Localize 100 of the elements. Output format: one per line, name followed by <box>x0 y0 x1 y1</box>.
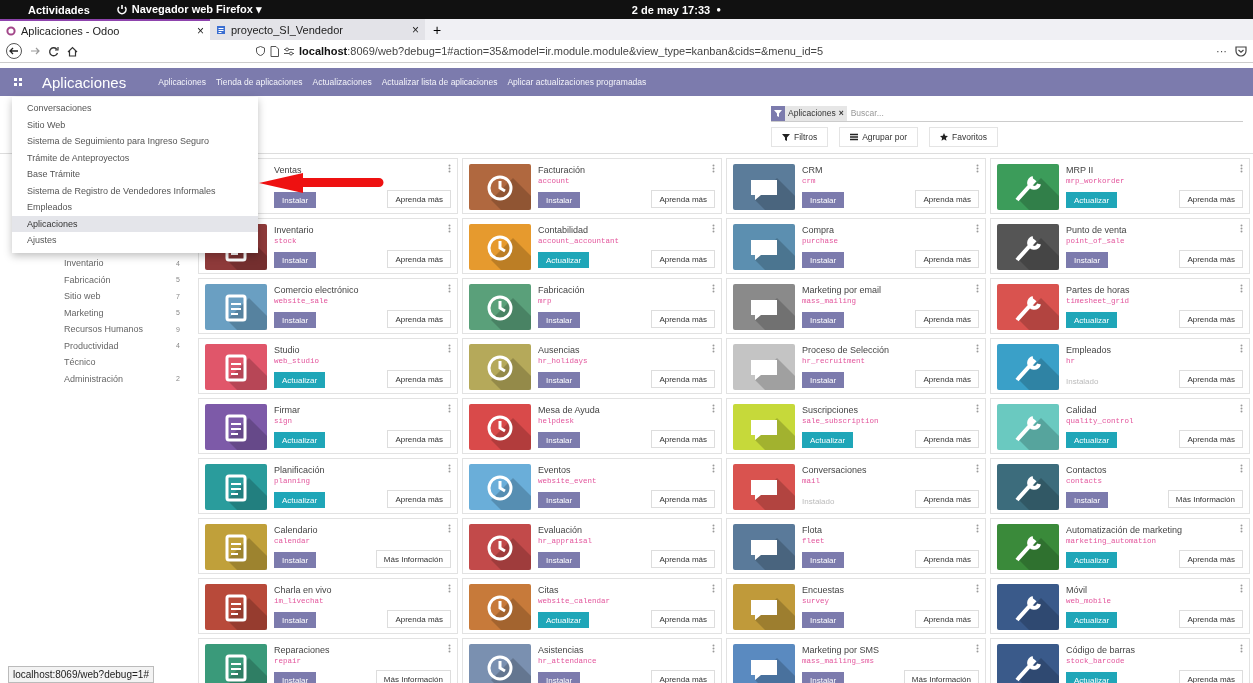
install-button[interactable]: Instalar <box>538 672 581 683</box>
learn-more-button[interactable]: Aprenda más <box>1179 310 1243 328</box>
install-button[interactable]: Instalar <box>802 612 845 628</box>
learn-more-button[interactable]: Aprenda más <box>1179 370 1243 388</box>
learn-more-button[interactable]: Aprenda más <box>651 610 715 628</box>
forward-icon[interactable] <box>30 46 40 56</box>
kebab-menu-icon[interactable] <box>448 464 451 473</box>
kebab-menu-icon[interactable] <box>712 464 715 473</box>
menu-item[interactable]: Trámite de Anteproyectos <box>12 149 258 166</box>
kebab-menu-icon[interactable] <box>1240 644 1243 653</box>
learn-more-button[interactable]: Aprenda más <box>387 250 451 268</box>
kebab-menu-icon[interactable] <box>712 284 715 293</box>
kebab-menu-icon[interactable] <box>448 164 451 173</box>
install-button[interactable]: Instalar <box>274 552 317 568</box>
install-button[interactable]: Instalar <box>538 372 581 388</box>
kebab-menu-icon[interactable] <box>712 524 715 533</box>
menu-item[interactable]: Aplicaciones <box>12 215 258 232</box>
nav-menu-item[interactable]: Aplicar actualizaciones programadas <box>507 77 647 87</box>
kebab-menu-icon[interactable] <box>976 344 979 353</box>
install-button[interactable]: Instalar <box>538 492 581 508</box>
learn-more-button[interactable]: Aprenda más <box>387 310 451 328</box>
learn-more-button[interactable]: Aprenda más <box>915 430 979 448</box>
kebab-menu-icon[interactable] <box>1240 404 1243 413</box>
learn-more-button[interactable]: Más Información <box>375 550 451 568</box>
kebab-menu-icon[interactable] <box>976 584 979 593</box>
learn-more-button[interactable]: Aprenda más <box>387 370 451 388</box>
kebab-menu-icon[interactable] <box>448 284 451 293</box>
app-menu[interactable]: Navegador web Firefox ▾ <box>131 3 262 16</box>
kebab-menu-icon[interactable] <box>976 464 979 473</box>
kebab-menu-icon[interactable] <box>1240 464 1243 473</box>
install-button[interactable]: Instalar <box>538 312 581 328</box>
page-actions-button[interactable]: ··· <box>1216 45 1227 57</box>
menu-item[interactable]: Conversaciones <box>12 100 258 117</box>
category-item[interactable]: Administración <box>64 373 124 384</box>
learn-more-button[interactable]: Aprenda más <box>1179 430 1243 448</box>
address-field[interactable]: localhost:8069/web?debug=1#action=35&model=ir.module.module&view_type=kanban&cids=&menu_id=5 <box>299 45 824 57</box>
learn-more-button[interactable]: Aprenda más <box>651 670 715 683</box>
category-item[interactable]: Técnico <box>64 357 96 368</box>
install-button[interactable]: Instalar <box>802 372 845 388</box>
learn-more-button[interactable]: Aprenda más <box>651 370 715 388</box>
activities-button[interactable]: Actividades <box>28 3 90 16</box>
learn-more-button[interactable]: Aprenda más <box>915 610 979 628</box>
kebab-menu-icon[interactable] <box>1240 524 1243 533</box>
reload-icon[interactable] <box>48 45 59 57</box>
learn-more-button[interactable]: Aprenda más <box>1179 670 1243 683</box>
kebab-menu-icon[interactable] <box>712 584 715 593</box>
install-button[interactable]: Instalar <box>802 312 845 328</box>
kebab-menu-icon[interactable] <box>976 224 979 233</box>
kebab-menu-icon[interactable] <box>448 584 451 593</box>
learn-more-button[interactable]: Aprenda más <box>1179 190 1243 208</box>
kebab-menu-icon[interactable] <box>448 524 451 533</box>
install-button[interactable]: Instalar <box>802 252 845 268</box>
kebab-menu-icon[interactable] <box>976 644 979 653</box>
clock[interactable]: 2 de may 17:33 <box>631 3 711 16</box>
kebab-menu-icon[interactable] <box>448 344 451 353</box>
install-button[interactable]: Instalar <box>802 192 845 208</box>
kebab-menu-icon[interactable] <box>712 644 715 653</box>
learn-more-button[interactable]: Aprenda más <box>915 250 979 268</box>
learn-more-button[interactable]: Aprenda más <box>915 370 979 388</box>
install-button[interactable]: Instalar <box>274 612 317 628</box>
filter-facet[interactable]: Aplicaciones × <box>771 105 847 121</box>
learn-more-button[interactable]: Aprenda más <box>1179 250 1243 268</box>
kebab-menu-icon[interactable] <box>976 404 979 413</box>
learn-more-button[interactable]: Más Información <box>903 670 979 683</box>
favorites-button[interactable]: Favoritos <box>929 127 998 147</box>
install-button[interactable]: Instalar <box>1066 252 1109 268</box>
learn-more-button[interactable]: Aprenda más <box>915 310 979 328</box>
nav-menu-item[interactable]: Tienda de aplicaciones <box>215 77 303 87</box>
learn-more-button[interactable]: Aprenda más <box>651 490 715 508</box>
category-item[interactable]: Marketing <box>64 307 104 318</box>
install-button[interactable]: Instalar <box>538 552 581 568</box>
category-item[interactable]: Fabricación <box>64 274 111 285</box>
learn-more-button[interactable]: Aprenda más <box>651 250 715 268</box>
learn-more-button[interactable]: Aprenda más <box>387 190 451 208</box>
learn-more-button[interactable]: Más Información <box>1167 490 1243 508</box>
kebab-menu-icon[interactable] <box>448 644 451 653</box>
install-button[interactable]: Instalar <box>274 192 317 208</box>
back-icon[interactable] <box>6 43 22 59</box>
nav-menu-item[interactable]: Actualizaciones <box>312 77 372 87</box>
learn-more-button[interactable]: Aprenda más <box>387 610 451 628</box>
pocket-icon[interactable] <box>1235 45 1247 57</box>
learn-more-button[interactable]: Aprenda más <box>1179 550 1243 568</box>
close-tab-button[interactable]: × <box>412 22 419 37</box>
install-button[interactable]: Instalar <box>274 252 317 268</box>
menu-item[interactable]: Sistema de Registro de Vendedores Informales <box>12 182 258 199</box>
learn-more-button[interactable]: Aprenda más <box>651 310 715 328</box>
kebab-menu-icon[interactable] <box>1240 224 1243 233</box>
install-button[interactable]: Instalar <box>538 192 581 208</box>
learn-more-button[interactable]: Más Información <box>375 670 451 683</box>
nav-menu-item[interactable]: Actualizar lista de aplicaciones <box>381 77 498 87</box>
menu-item[interactable]: Sistema de Seguimiento para Ingreso Seguro <box>12 133 258 150</box>
learn-more-button[interactable]: Aprenda más <box>651 430 715 448</box>
home-icon[interactable] <box>67 45 78 57</box>
category-item[interactable]: Productividad <box>64 340 119 351</box>
learn-more-button[interactable]: Aprenda más <box>915 490 979 508</box>
learn-more-button[interactable]: Aprenda más <box>1179 610 1243 628</box>
learn-more-button[interactable]: Aprenda más <box>651 550 715 568</box>
apps-grid-icon[interactable] <box>14 78 22 86</box>
filters-button[interactable]: Filtros <box>771 127 829 147</box>
kebab-menu-icon[interactable] <box>1240 164 1243 173</box>
